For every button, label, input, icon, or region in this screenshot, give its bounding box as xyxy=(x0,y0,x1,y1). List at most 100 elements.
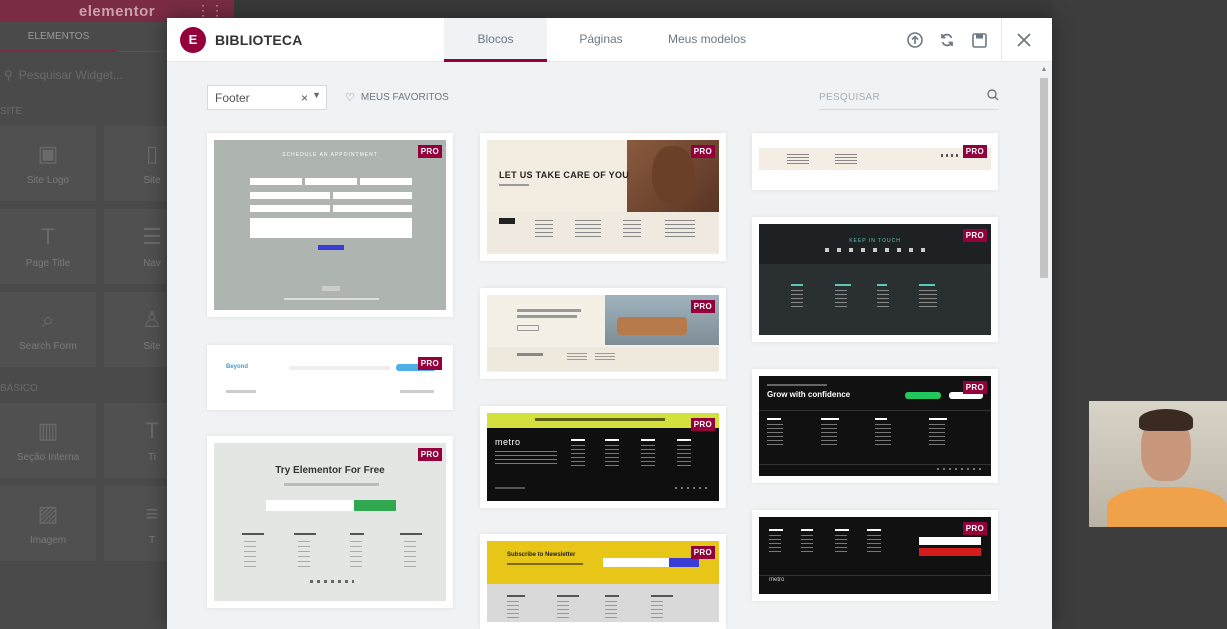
template-card[interactable]: PRO SCHEDULE AN APPOINTMENT xyxy=(207,133,453,317)
favorites-label: MEUS FAVORITOS xyxy=(360,92,449,103)
template-thumbnail: PRO xyxy=(759,140,991,183)
pro-badge: PRO xyxy=(962,145,987,158)
webcam-overlay xyxy=(1089,401,1227,527)
template-thumbnail: PRO Beyond xyxy=(214,352,446,403)
category-select-value: Footer xyxy=(215,91,250,105)
widget-image[interactable]: ▨ Imagem xyxy=(0,486,96,561)
scroll-up-icon[interactable]: ▲ xyxy=(1039,66,1049,76)
library-toolbar: Footer × ▼ ♡ MEUS FAVORITOS xyxy=(207,85,999,110)
template-card[interactable]: PRO Grow with confidence xyxy=(752,369,998,483)
pro-badge: PRO xyxy=(690,300,715,313)
template-heading: Try Elementor For Free xyxy=(275,465,385,476)
template-card[interactable]: PRO KEEP IN TOUCH xyxy=(752,217,998,342)
search-icon xyxy=(987,89,999,104)
pro-badge: PRO xyxy=(417,145,442,158)
chevron-down-icon[interactable]: ▼ xyxy=(312,90,321,100)
template-card[interactable]: PRO xyxy=(752,133,998,190)
text-icon: ≡ xyxy=(145,501,159,526)
site-logo-icon: ▣ xyxy=(37,141,59,166)
search-form-icon: ⌕ xyxy=(41,307,55,332)
library-scrollbar[interactable]: ▲ xyxy=(1039,66,1049,629)
template-thumbnail: PRO metro xyxy=(759,517,991,594)
template-heading: SCHEDULE AN APPOINTMENT xyxy=(282,152,378,158)
pro-badge: PRO xyxy=(690,546,715,559)
template-thumbnail: PRO metro xyxy=(487,413,719,501)
save-icon[interactable] xyxy=(963,18,995,62)
pro-badge: PRO xyxy=(962,522,987,535)
nav-icon: ☰ xyxy=(142,224,162,249)
widget-label: Ti xyxy=(148,452,156,463)
pro-badge: PRO xyxy=(417,448,442,461)
widget-label: Seção Interna xyxy=(16,452,80,463)
widget-label: Page Title xyxy=(25,258,71,269)
widget-search-placeholder: Pesquisar Widget... xyxy=(18,68,123,82)
template-card[interactable]: PRO xyxy=(480,288,726,379)
widget-label: T xyxy=(148,535,156,546)
pro-badge: PRO xyxy=(417,357,442,370)
widget-search-form[interactable]: ⌕ Search Form xyxy=(0,292,96,367)
template-thumbnail: PRO Subscribe to Newsletter xyxy=(487,541,719,622)
site-icon: ▯ xyxy=(145,141,159,166)
template-thumbnail: PRO KEEP IN TOUCH xyxy=(759,224,991,335)
template-card[interactable]: PRO Beyond xyxy=(207,345,453,410)
tab-elements[interactable]: ELEMENTOS xyxy=(0,22,117,52)
pro-badge: PRO xyxy=(690,418,715,431)
category-select[interactable]: Footer × ▼ xyxy=(207,85,327,110)
upload-icon[interactable] xyxy=(899,18,931,62)
metro-logo: metro xyxy=(495,437,521,447)
template-card[interactable]: PRO metro xyxy=(752,510,998,601)
inner-section-icon: ▥ xyxy=(37,418,59,443)
widget-label: Site xyxy=(143,175,161,186)
widget-label: Site xyxy=(143,341,161,352)
template-card[interactable]: PRO metro xyxy=(480,406,726,508)
widget-label: Search Form xyxy=(19,341,77,352)
tab-blocks[interactable]: Blocos xyxy=(444,18,547,62)
pro-badge: PRO xyxy=(962,381,987,394)
image-icon: ▨ xyxy=(37,501,59,526)
title-icon: T xyxy=(145,418,159,443)
template-thumbnail: PRO Grow with confidence xyxy=(759,376,991,476)
template-card[interactable]: PRO Subscribe to Newsletter xyxy=(480,534,726,629)
template-heading: LET US TAKE CARE OF YOU xyxy=(499,170,630,180)
widget-inner-section[interactable]: ▥ Seção Interna xyxy=(0,403,96,478)
pro-badge: PRO xyxy=(962,229,987,242)
tab-pages[interactable]: Páginas xyxy=(547,18,655,62)
site-icon: ♙ xyxy=(142,307,162,332)
page-title-icon: T xyxy=(41,224,55,249)
heart-icon: ♡ xyxy=(345,92,355,104)
modal-header: E BIBLIOTECA Blocos Páginas Meus modelos xyxy=(167,18,1052,62)
template-thumbnail: PRO SCHEDULE AN APPOINTMENT xyxy=(214,140,446,310)
scroll-thumb[interactable] xyxy=(1040,78,1048,278)
library-search xyxy=(819,85,999,110)
template-heading: Grow with confidence xyxy=(767,390,851,399)
template-thumbnail: PRO Try Elementor For Free xyxy=(214,443,446,601)
elementor-e-icon: E xyxy=(180,26,206,53)
header-divider xyxy=(1001,18,1002,62)
widget-site-logo[interactable]: ▣ Site Logo xyxy=(0,126,96,201)
tab-my-templates[interactable]: Meus modelos xyxy=(655,18,759,62)
beyond-logo: Beyond xyxy=(226,364,249,370)
widget-label: Nav xyxy=(143,258,161,269)
template-card[interactable]: PRO LET US TAKE CARE OF YOU xyxy=(480,133,726,261)
template-library-modal: E BIBLIOTECA Blocos Páginas Meus modelos xyxy=(167,18,1052,629)
close-icon[interactable] xyxy=(1008,18,1040,62)
search-icon: ⚲ xyxy=(4,68,13,82)
template-heading: KEEP IN TOUCH xyxy=(849,238,901,244)
modal-actions xyxy=(899,18,1040,62)
favorites-filter[interactable]: ♡ MEUS FAVORITOS xyxy=(345,91,449,104)
modal-title: BIBLIOTECA xyxy=(215,31,303,48)
pro-badge: PRO xyxy=(690,145,715,158)
editor-canvas xyxy=(1052,0,1227,629)
template-card[interactable]: PRO Try Elementor For Free xyxy=(207,436,453,608)
library-search-input[interactable] xyxy=(819,85,979,109)
sync-icon[interactable] xyxy=(931,18,963,62)
widget-page-title[interactable]: T Page Title xyxy=(0,209,96,284)
elementor-logo: elementor xyxy=(78,2,156,20)
modal-logo: E BIBLIOTECA xyxy=(180,26,303,53)
template-heading: Subscribe to Newsletter xyxy=(507,552,576,558)
apps-grid-icon[interactable]: ⋮⋮ xyxy=(196,2,224,19)
template-thumbnail: PRO LET US TAKE CARE OF YOU xyxy=(487,140,719,254)
modal-tabs: Blocos Páginas Meus modelos xyxy=(444,18,759,62)
metro-logo: metro xyxy=(769,577,785,583)
clear-icon[interactable]: × xyxy=(301,91,308,105)
